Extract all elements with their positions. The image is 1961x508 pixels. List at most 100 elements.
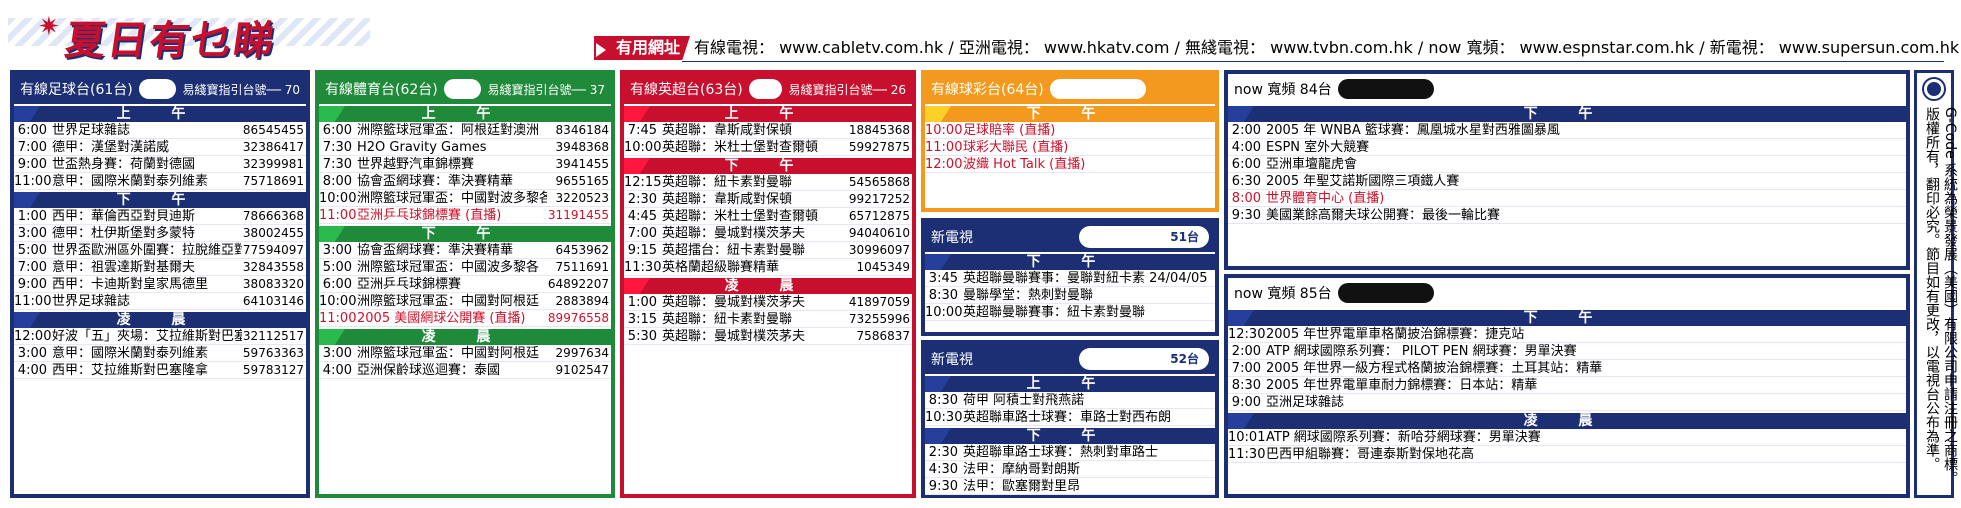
channel-header: now 寬頻 84台 (1228, 74, 1906, 104)
program-title: 世界盃歐洲區外圍賽：拉脫維亞對俄羅斯 (52, 243, 242, 258)
channel-name: now 寬頻 85台 (1234, 286, 1332, 302)
schedule-row: 9:00 亞洲足球雜誌 (1228, 394, 1906, 411)
schedule-row: 8:30 曼聯學堂：熱刺對曼聯 (925, 287, 1215, 304)
time: 3:00 (322, 346, 352, 361)
time: 2:00 (1231, 344, 1261, 359)
program-title: 法甲：摩納哥對朗斯 (963, 462, 1081, 477)
time: 10:00 (319, 191, 357, 206)
time: 8:30 (928, 288, 958, 303)
time: 7:00 (17, 140, 47, 155)
schedule-row: 1:00 英超聯：曼城對樸茨茅夫 41897059 (624, 294, 912, 311)
gcode-number: 41897059 (848, 295, 910, 309)
gcode-number: 6453962 (555, 243, 609, 257)
gcode-number: 59763363 (242, 346, 304, 360)
time: 2:00 (1231, 123, 1261, 138)
schedule-row: 5:30 英超聯：曼城對樸茨茅夫 7586837 (624, 328, 912, 345)
program-title: 英超聯：韋斯咸對保頓 (662, 192, 793, 207)
schedule-list: 10:01 ATP 網球國際系列賽：新哈芬網球賽：男單決賽 11:30 巴西甲組聯賽：… (1228, 429, 1906, 463)
channel-pill (748, 79, 783, 99)
program-title: 世界足球雜誌 (52, 294, 131, 309)
channel-pill (443, 79, 482, 99)
period-late: 凌 晨 (1228, 413, 1906, 429)
program-title: 英超聯：曼城對樸茨茅夫 (662, 295, 806, 310)
program-title: 世盃熱身賽：荷蘭對德國 (52, 157, 196, 172)
schedule-row: 8:00 協會盃網球賽：準決賽精華 9655165 (319, 173, 611, 190)
urls-text: 有線電視： www.cabletv.com.hk / 亞洲電視： www.hka… (694, 38, 1960, 57)
program-title: 洲際籃球冠軍盃：阿根廷對澳洲 (357, 123, 540, 138)
schedule-row: 11:30 英格蘭超級聯賽精華 1045349 (624, 259, 912, 276)
gcode-number: 9102547 (555, 363, 609, 377)
schedule-row: 11:30 巴西甲組聯賽：哥連泰斯對保地花高 (1228, 446, 1906, 463)
program-title: 西甲：華倫西亞對貝迪斯 (52, 209, 196, 224)
program-title: 波織 Hot Talk (直播) (963, 157, 1086, 172)
program-title: 2005 年 WNBA 籃球賽：鳳凰城水星對西雅圖暴風 (1266, 123, 1560, 138)
period-pm: 下 午 (14, 192, 306, 208)
program-title: 洲際籃球冠軍盃：中國對波多黎各 (357, 191, 547, 206)
star-burst-icon: ✷ (38, 12, 60, 42)
schedule-row: 9:00 西甲：卡迪斯對皇家馬德里 38083320 (14, 276, 306, 293)
program-title: 法甲：歐塞爾對里昂 (963, 479, 1081, 494)
time: 11:00 (319, 311, 357, 326)
program-title: 世界足球雜誌 (52, 123, 131, 138)
gcode-number: 30996097 (848, 243, 910, 257)
time: 2:30 (627, 192, 657, 207)
schedule-row: 6:30 2005 年聖艾諾斯國際三項鐵人賽 (1228, 173, 1906, 190)
time: 6:00 (1231, 157, 1261, 172)
program-title: 意甲：國際米蘭對泰列維素 (52, 174, 209, 189)
time: 8:30 (1231, 378, 1261, 393)
time: 12:30 (1228, 327, 1266, 342)
time: 9:00 (17, 277, 47, 292)
schedule-row: 11:00 意甲：國際米蘭對泰列維素 75718691 (14, 173, 306, 190)
channel-guide: 易綫寶指引台號── 70 (182, 82, 300, 97)
gcode-number: 3948368 (555, 140, 609, 154)
schedule-row: 10:30 英超聯車路士球賽：車路士對西布朗 (925, 409, 1215, 426)
time: 9:15 (627, 243, 657, 258)
program-title: 英超聯車路士球賽：車路士對西布朗 (963, 410, 1172, 425)
gcode-number: 64103146 (242, 294, 304, 308)
program-title: 英超聯：曼城對樸茨茅夫 (662, 329, 806, 344)
divider (682, 61, 1944, 62)
time: 11:00 (319, 208, 357, 223)
period-late: 凌 晨 (319, 329, 611, 345)
channel-header: now 寬頻 85台 (1228, 278, 1906, 308)
schedule-list: 12:15 英超聯：紐卡素對曼聯 54565868 2:30 英超聯：韋斯咸對保頓 992… (624, 174, 912, 276)
program-title: 英超聯：紐卡素對曼聯 (662, 312, 793, 327)
gcode-number: 32112517 (242, 329, 304, 343)
gcode-number: 8346184 (555, 123, 609, 137)
schedule-row: 3:00 德甲：杜伊斯堡對多蒙特 38002455 (14, 225, 306, 242)
program-title: 德甲：杜伊斯堡對多蒙特 (52, 226, 196, 241)
program-title: 英超聯：韋斯咸對保頓 (662, 123, 793, 138)
time: 3:00 (17, 226, 47, 241)
logo-title: 夏日有乜睇 (62, 17, 279, 64)
schedule-row: 5:00 洲際籃球冠軍盃：中國波多黎各 7511691 (319, 259, 611, 276)
schedule-list: 2:30 英超聯車路士球賽：熱刺對車路士 4:30 法甲：摩納哥對朗斯 9:30 法甲：歐… (925, 444, 1215, 495)
schedule-row: 10:00 洲際籃球冠軍盃：中國對阿根廷 2883894 (319, 293, 611, 310)
program-title: 英超聯曼聯賽事：曼聯對紐卡素 24/04/05 (963, 271, 1208, 286)
schedule-row: 2:30 英超聯：韋斯咸對保頓 99217252 (624, 191, 912, 208)
schedule-row: 7:00 意甲：祖雲達斯對基爾夫 32843558 (14, 259, 306, 276)
period-pm: 下 午 (925, 254, 1215, 270)
useful-urls-label: 有用網址 (616, 38, 681, 57)
period-am: 上 午 (925, 376, 1215, 392)
schedule-row: 8:30 荷甲 阿積士對飛燕諾 (925, 392, 1215, 409)
schedule-row: 10:00 英超聯曼聯賽事：紐卡素對曼聯 (925, 304, 1215, 321)
schedule-row: 11:00 世界足球雜誌 64103146 (14, 293, 306, 310)
schedule-row: 6:00 亞洲車壇龍虎會 (1228, 156, 1906, 173)
program-title: 亞洲乒乓球錦標賽 (直播) (357, 208, 502, 223)
schedule-list: 6:00 世界足球雜誌 86545455 7:00 德甲：漢堡對漢諾威 32386417 9… (14, 122, 306, 190)
time: 10:00 (624, 140, 662, 155)
useful-urls-bar: 有用網址 有線電視： www.cabletv.com.hk / 亞洲電視： ww… (594, 34, 1959, 62)
time: 5:00 (322, 260, 352, 275)
program-title: H2O Gravity Games (357, 140, 487, 155)
gcode-number: 89976558 (547, 311, 609, 325)
panel-new-tv-52: 新電視 52台 上 午 8:30 荷甲 阿積士對飛燕諾 10:30 英超聯車路士球賽：… (921, 340, 1219, 498)
panel-now-84: now 寬頻 84台 下 午 2:00 2005 年 WNBA 籃球賽：鳳凰城水星… (1224, 70, 1910, 270)
schedule-row: 8:30 2005 年世界電單車耐力錦標賽：日本站：精華 (1228, 377, 1906, 394)
schedule-row: 2:00 ATP 網球國際系列賽： PILOT PEN 網球賽：男單決賽 (1228, 343, 1906, 360)
time: 5:30 (627, 329, 657, 344)
time: 3:45 (928, 271, 958, 286)
schedule-list: 2:00 2005 年 WNBA 籃球賽：鳳凰城水星對西雅圖暴風 4:00 ESPN … (1228, 122, 1906, 224)
channel-pill (138, 79, 177, 99)
gcode-number: 7511691 (555, 260, 609, 274)
gcode-number: 64892207 (547, 277, 609, 291)
